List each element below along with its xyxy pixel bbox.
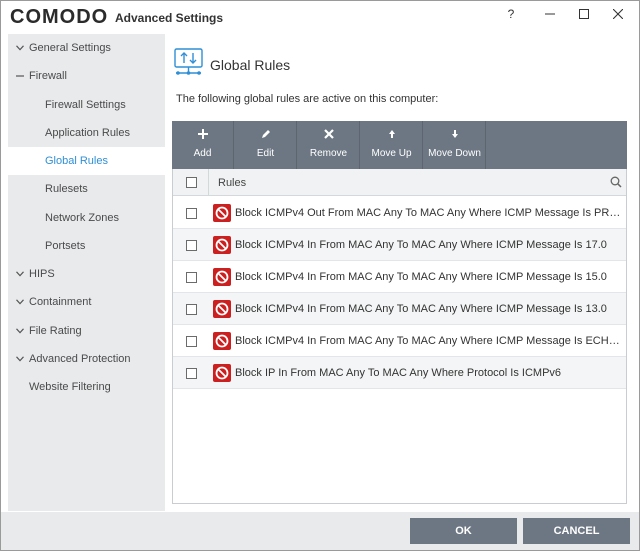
rule-text: Block IP In From MAC Any To MAC Any Wher… [235, 367, 562, 379]
dialog-footer: OK CANCEL [1, 512, 639, 550]
arrow-up-icon [361, 129, 422, 143]
rule-text: Block ICMPv4 In From MAC Any To MAC Any … [235, 239, 607, 251]
sidebar-item-label: General Settings [29, 42, 111, 54]
advanced-settings-window: COMODO Advanced Settings ? General Setti… [0, 0, 640, 551]
pencil-icon [235, 129, 296, 143]
rules-toolbar: Add Edit Remove Move Up Move Down [172, 121, 627, 169]
page-title: Global Rules [210, 57, 291, 73]
edit-button-label: Edit [256, 148, 275, 159]
column-divider [208, 169, 209, 196]
chevron-down-icon [14, 288, 26, 316]
sidebar-item-label: HIPS [29, 268, 55, 280]
row-checkbox[interactable] [186, 208, 197, 219]
sidebar-item-label: Advanced Protection [29, 353, 131, 365]
window-title: Advanced Settings [115, 11, 224, 25]
table-row[interactable]: Block ICMPv4 In From MAC Any To MAC Any … [173, 261, 626, 293]
sidebar-item-label: Global Rules [45, 155, 108, 167]
title-bar: COMODO Advanced Settings ? [1, 1, 639, 33]
rules-column-header[interactable]: Rules [218, 177, 246, 189]
chevron-down-icon [14, 345, 26, 373]
sidebar-item-global-rules[interactable]: Global Rules [8, 147, 165, 175]
chevron-down-icon [14, 34, 26, 62]
row-checkbox[interactable] [186, 368, 197, 379]
sidebar-item-file-rating[interactable]: File Rating [8, 317, 165, 345]
sidebar-item-website-filtering[interactable]: Website Filtering [8, 373, 165, 401]
global-rules-icon [174, 48, 204, 78]
row-checkbox[interactable] [186, 272, 197, 283]
cancel-button[interactable]: CANCEL [523, 518, 630, 544]
close-icon [613, 9, 623, 19]
move-up-button[interactable]: Move Up [361, 121, 423, 169]
help-button[interactable]: ? [497, 5, 525, 25]
minus-icon [14, 62, 26, 90]
move-down-button-label: Move Down [428, 148, 481, 159]
sidebar-item-portsets[interactable]: Portsets [8, 232, 165, 260]
search-icon[interactable] [610, 176, 622, 191]
sidebar-item-hips[interactable]: HIPS [8, 260, 165, 288]
sidebar-item-advanced-protection[interactable]: Advanced Protection [8, 345, 165, 373]
move-down-button[interactable]: Move Down [424, 121, 486, 169]
add-button-label: Add [193, 148, 212, 159]
chevron-down-icon [14, 317, 26, 345]
sidebar-item-label: Application Rules [45, 127, 130, 139]
rule-text: Block ICMPv4 In From MAC Any To MAC Any … [235, 303, 607, 315]
add-button[interactable]: Add [172, 121, 234, 169]
row-checkbox[interactable] [186, 304, 197, 315]
sidebar-item-network-zones[interactable]: Network Zones [8, 204, 165, 232]
sidebar-item-label: Network Zones [45, 212, 119, 224]
row-checkbox[interactable] [186, 240, 197, 251]
sidebar-item-firewall[interactable]: Firewall [8, 62, 165, 90]
sidebar-item-label: Portsets [45, 240, 86, 252]
chevron-down-icon [14, 260, 26, 288]
rule-text: Block ICMPv4 Out From MAC Any To MAC Any… [235, 207, 625, 219]
maximize-button[interactable] [570, 5, 598, 25]
ok-button[interactable]: OK [410, 518, 517, 544]
sidebar-item-label: Firewall [29, 70, 67, 82]
row-checkbox[interactable] [186, 336, 197, 347]
block-icon [213, 204, 231, 222]
block-icon [213, 268, 231, 286]
minimize-icon [545, 13, 555, 15]
remove-button-label: Remove [309, 148, 348, 159]
page-description: The following global rules are active on… [176, 93, 439, 105]
close-button[interactable] [604, 5, 632, 25]
table-row[interactable]: Block ICMPv4 In From MAC Any To MAC Any … [173, 293, 626, 325]
sidebar-item-containment[interactable]: Containment [8, 288, 165, 316]
comodo-logo: COMODO [10, 6, 109, 28]
table-row[interactable]: Block ICMPv4 In From MAC Any To MAC Any … [173, 229, 626, 261]
rule-text: Block ICMPv4 In From MAC Any To MAC Any … [235, 271, 607, 283]
sidebar-item-rulesets[interactable]: Rulesets [8, 175, 165, 203]
main-panel: Global Rules The following global rules … [165, 34, 634, 511]
minimize-button[interactable] [536, 5, 564, 25]
table-row[interactable]: Block ICMPv4 In From MAC Any To MAC Any … [173, 325, 626, 357]
sidebar-item-label: Rulesets [45, 183, 88, 195]
sidebar-item-general-settings[interactable]: General Settings [8, 34, 165, 62]
rules-table: Rules Block ICMPv4 Out From MAC Any To M… [172, 169, 627, 504]
remove-icon [298, 129, 359, 143]
block-icon [213, 364, 231, 382]
plus-icon [172, 129, 233, 143]
edit-button[interactable]: Edit [235, 121, 297, 169]
remove-button[interactable]: Remove [298, 121, 360, 169]
arrow-down-icon [424, 129, 485, 143]
table-header: Rules [173, 169, 626, 196]
sidebar-item-label: Website Filtering [29, 381, 111, 393]
select-all-checkbox[interactable] [186, 177, 197, 188]
maximize-icon [579, 9, 589, 19]
sidebar-item-label: File Rating [29, 325, 82, 337]
block-icon [213, 300, 231, 318]
rule-text: Block ICMPv4 In From MAC Any To MAC Any … [235, 335, 625, 347]
block-icon [213, 236, 231, 254]
settings-sidebar: General Settings Firewall Firewall Setti… [8, 34, 165, 511]
sidebar-item-firewall-settings[interactable]: Firewall Settings [8, 91, 165, 119]
table-row[interactable]: Block ICMPv4 Out From MAC Any To MAC Any… [173, 197, 626, 229]
sidebar-item-label: Firewall Settings [45, 99, 126, 111]
table-row[interactable]: Block IP In From MAC Any To MAC Any Wher… [173, 357, 626, 389]
move-up-button-label: Move Up [371, 148, 412, 159]
sidebar-item-label: Containment [29, 296, 92, 308]
sidebar-item-application-rules[interactable]: Application Rules [8, 119, 165, 147]
block-icon [213, 332, 231, 350]
